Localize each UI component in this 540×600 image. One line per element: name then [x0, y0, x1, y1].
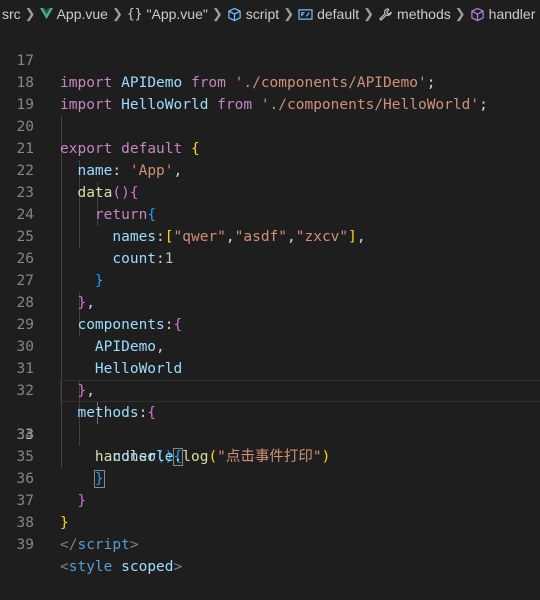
- breadcrumb-default-label: default: [317, 6, 360, 22]
- code-line: 27 },: [0, 248, 540, 311]
- code-line: 25 count:1: [0, 204, 540, 267]
- breadcrumb: src ❯ App.vue ❯ {} "App.vue" ❯ script ❯ …: [0, 0, 540, 28]
- code-line: 26 }: [0, 226, 540, 289]
- code-line: 29 APIDemo,: [0, 292, 540, 355]
- tag-bracket-token: >: [129, 537, 139, 553]
- line-number: 39: [16, 537, 34, 553]
- code-line: 30 HelloWorld: [0, 314, 540, 377]
- code-line: 28 components:{: [0, 270, 540, 333]
- braces-icon: {}: [126, 6, 143, 22]
- breadcrumb-default[interactable]: default: [297, 6, 360, 22]
- breadcrumb-methods[interactable]: methods: [377, 6, 452, 22]
- current-line-highlight: [60, 380, 540, 402]
- tag-name-token: script: [77, 537, 130, 553]
- breadcrumb-src-label: src: [2, 6, 21, 22]
- cube-icon: [227, 7, 242, 22]
- tag-name-token: style: [68, 559, 113, 575]
- code-line: 21 name: 'App',: [0, 116, 540, 179]
- breadcrumb-object-label: "App.vue": [146, 6, 208, 22]
- code-line: 34 console.log("点击事件打印"): [0, 402, 540, 465]
- breadcrumb-file-label: App.vue: [56, 6, 108, 22]
- chevron-right-icon: ❯: [283, 6, 295, 21]
- chevron-right-icon: ❯: [363, 6, 375, 21]
- chevron-right-icon: ❯: [211, 6, 223, 21]
- breadcrumb-methods-label: methods: [397, 6, 451, 22]
- tag-bracket-token: <: [60, 559, 69, 575]
- wrench-icon: [378, 7, 393, 22]
- code-line: 36 }: [0, 446, 540, 509]
- code-line: 39 <style scoped>: [0, 512, 540, 575]
- code-line: 23 return{: [0, 160, 540, 223]
- code-line: 32 methods:{: [0, 358, 540, 421]
- breadcrumb-handler-label: handler: [488, 6, 536, 22]
- field-icon: [298, 8, 313, 21]
- vue-icon: [39, 8, 53, 20]
- breadcrumb-handler[interactable]: handler: [469, 6, 537, 22]
- code-line: 31 },: [0, 336, 540, 399]
- breadcrumb-src[interactable]: src: [0, 6, 22, 22]
- chevron-right-icon: ❯: [111, 6, 123, 21]
- code-line: 24 names:["qwer","asdf","zxcv"],: [0, 182, 540, 245]
- tag-bracket-token: >: [173, 559, 183, 575]
- breadcrumb-script[interactable]: script: [226, 6, 280, 22]
- method-icon: [470, 7, 485, 22]
- tag-bracket-token: </: [60, 537, 78, 553]
- breadcrumb-script-label: script: [245, 6, 280, 22]
- code-line: 37 }: [0, 468, 540, 531]
- breadcrumb-object[interactable]: {} "App.vue": [126, 6, 209, 22]
- chevron-right-icon: ❯: [454, 6, 466, 21]
- code-line: 35 }: [0, 424, 540, 488]
- code-editor[interactable]: 17 import APIDemo from './components/API…: [0, 28, 540, 575]
- code-line: 20 export default {: [0, 94, 540, 157]
- code-line: 38 </script>: [0, 490, 540, 553]
- current-line: 33 handler(){: [0, 380, 540, 466]
- breadcrumb-file[interactable]: App.vue: [39, 6, 109, 22]
- code-line: 17 import APIDemo from './components/API…: [0, 28, 540, 91]
- code-line: 22 data(){: [0, 138, 540, 201]
- code-line: 18 import HelloWorld from './components/…: [0, 50, 540, 113]
- code-line: 19: [0, 72, 540, 113]
- chevron-right-icon: ❯: [24, 6, 36, 21]
- attribute-token: scoped: [121, 559, 174, 575]
